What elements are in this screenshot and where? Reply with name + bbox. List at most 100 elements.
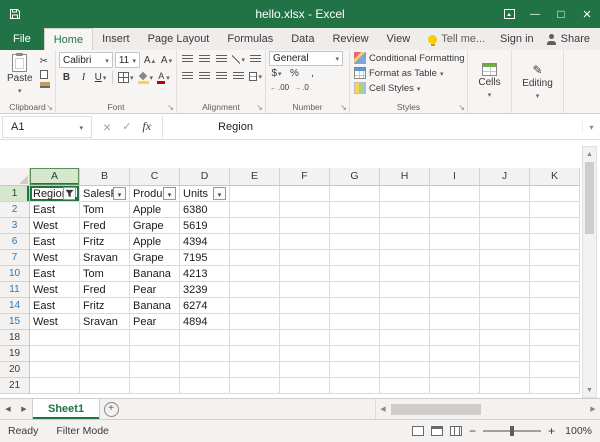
cell-G3[interactable] bbox=[330, 218, 380, 234]
cell-D14[interactable]: 6274 bbox=[180, 298, 230, 314]
cell-G6[interactable] bbox=[330, 234, 380, 250]
cell-B10[interactable]: Tom bbox=[80, 266, 130, 282]
cell-C2[interactable]: Apple bbox=[130, 202, 180, 218]
cell-A6[interactable]: East bbox=[30, 234, 80, 250]
conditional-formatting-button[interactable]: Conditional Formatting bbox=[354, 51, 465, 65]
shrink-font-button[interactable]: A bbox=[159, 53, 174, 68]
cell-H2[interactable] bbox=[380, 202, 430, 218]
cell-E18[interactable] bbox=[230, 330, 280, 346]
cell-F7[interactable] bbox=[280, 250, 330, 266]
cell-E14[interactable] bbox=[230, 298, 280, 314]
cell-G11[interactable] bbox=[330, 282, 380, 298]
cell-K21[interactable] bbox=[530, 378, 580, 394]
cell-J3[interactable] bbox=[480, 218, 530, 234]
cell-D10[interactable]: 4213 bbox=[180, 266, 230, 282]
cell-C18[interactable] bbox=[130, 330, 180, 346]
row-header-21[interactable]: 21 bbox=[0, 378, 30, 394]
page-break-view-icon[interactable] bbox=[450, 426, 462, 436]
vertical-scroll-thumb[interactable] bbox=[585, 162, 594, 234]
filter-button-column-B[interactable] bbox=[113, 187, 126, 200]
row-header-7[interactable]: 7 bbox=[0, 250, 30, 266]
cell-A15[interactable]: West bbox=[30, 314, 80, 330]
cell-I15[interactable] bbox=[430, 314, 480, 330]
ribbon-display-options-button[interactable] bbox=[496, 0, 522, 28]
cell-B3[interactable]: Fred bbox=[80, 218, 130, 234]
tab-file[interactable]: File bbox=[0, 28, 44, 50]
cell-C10[interactable]: Banana bbox=[130, 266, 180, 282]
bold-button[interactable]: B bbox=[59, 70, 74, 85]
cell-K1[interactable] bbox=[530, 186, 580, 202]
zoom-slider[interactable] bbox=[483, 430, 541, 432]
percent-format-button[interactable]: % bbox=[287, 67, 302, 80]
decrease-decimal-button[interactable]: .0 bbox=[293, 81, 310, 93]
cell-D3[interactable]: 5619 bbox=[180, 218, 230, 234]
cell-H20[interactable] bbox=[380, 362, 430, 378]
cell-C20[interactable] bbox=[130, 362, 180, 378]
cell-A7[interactable]: West bbox=[30, 250, 80, 266]
cell-K18[interactable] bbox=[530, 330, 580, 346]
cell-styles-button[interactable]: Cell Styles bbox=[354, 81, 465, 95]
align-bottom-button[interactable] bbox=[214, 52, 229, 67]
cell-K20[interactable] bbox=[530, 362, 580, 378]
borders-button[interactable] bbox=[117, 70, 135, 85]
cell-F20[interactable] bbox=[280, 362, 330, 378]
row-header-15[interactable]: 15 bbox=[0, 314, 30, 330]
column-header-A[interactable]: A bbox=[30, 168, 80, 186]
cell-F3[interactable] bbox=[280, 218, 330, 234]
column-header-D[interactable]: D bbox=[180, 168, 230, 186]
cell-G21[interactable] bbox=[330, 378, 380, 394]
cell-F2[interactable] bbox=[280, 202, 330, 218]
expand-formula-bar-icon[interactable] bbox=[582, 121, 600, 133]
cell-B19[interactable] bbox=[80, 346, 130, 362]
filter-button-column-D[interactable] bbox=[213, 187, 226, 200]
cell-H18[interactable] bbox=[380, 330, 430, 346]
align-right-button[interactable] bbox=[214, 69, 229, 84]
cell-C1[interactable]: Produc bbox=[130, 186, 180, 202]
row-header-3[interactable]: 3 bbox=[0, 218, 30, 234]
cell-H15[interactable] bbox=[380, 314, 430, 330]
cell-K11[interactable] bbox=[530, 282, 580, 298]
comma-format-button[interactable]: , bbox=[305, 67, 320, 80]
cell-F15[interactable] bbox=[280, 314, 330, 330]
cell-A2[interactable]: East bbox=[30, 202, 80, 218]
cell-F1[interactable] bbox=[280, 186, 330, 202]
cell-F19[interactable] bbox=[280, 346, 330, 362]
cell-E1[interactable] bbox=[230, 186, 280, 202]
align-center-button[interactable] bbox=[197, 69, 212, 84]
cell-B18[interactable] bbox=[80, 330, 130, 346]
cell-J1[interactable] bbox=[480, 186, 530, 202]
cell-B7[interactable]: Sravan bbox=[80, 250, 130, 266]
cell-J19[interactable] bbox=[480, 346, 530, 362]
cell-I21[interactable] bbox=[430, 378, 480, 394]
cell-F10[interactable] bbox=[280, 266, 330, 282]
cell-J7[interactable] bbox=[480, 250, 530, 266]
cell-D11[interactable]: 3239 bbox=[180, 282, 230, 298]
cell-J18[interactable] bbox=[480, 330, 530, 346]
cell-I7[interactable] bbox=[430, 250, 480, 266]
merge-center-button[interactable] bbox=[248, 69, 263, 84]
cell-G1[interactable] bbox=[330, 186, 380, 202]
alignment-dialog-launcher-icon[interactable] bbox=[256, 104, 263, 112]
cell-H10[interactable] bbox=[380, 266, 430, 282]
scroll-right-icon[interactable] bbox=[586, 399, 600, 419]
cell-B15[interactable]: Sravan bbox=[80, 314, 130, 330]
cell-B6[interactable]: Fritz bbox=[80, 234, 130, 250]
cell-H11[interactable] bbox=[380, 282, 430, 298]
select-all-button[interactable] bbox=[0, 168, 30, 186]
cell-A11[interactable]: West bbox=[30, 282, 80, 298]
sheet-nav-left-icon[interactable] bbox=[0, 399, 16, 419]
cell-J11[interactable] bbox=[480, 282, 530, 298]
cell-A19[interactable] bbox=[30, 346, 80, 362]
cell-B1[interactable]: SalesRe bbox=[80, 186, 130, 202]
increase-decimal-button[interactable]: .00 bbox=[269, 81, 290, 93]
align-top-button[interactable] bbox=[180, 52, 195, 67]
close-button[interactable] bbox=[574, 0, 600, 28]
cell-D19[interactable] bbox=[180, 346, 230, 362]
cell-A10[interactable]: East bbox=[30, 266, 80, 282]
font-color-button[interactable]: A bbox=[156, 70, 171, 85]
cell-D2[interactable]: 6380 bbox=[180, 202, 230, 218]
cell-I20[interactable] bbox=[430, 362, 480, 378]
cell-F14[interactable] bbox=[280, 298, 330, 314]
cell-C11[interactable]: Pear bbox=[130, 282, 180, 298]
cell-H21[interactable] bbox=[380, 378, 430, 394]
